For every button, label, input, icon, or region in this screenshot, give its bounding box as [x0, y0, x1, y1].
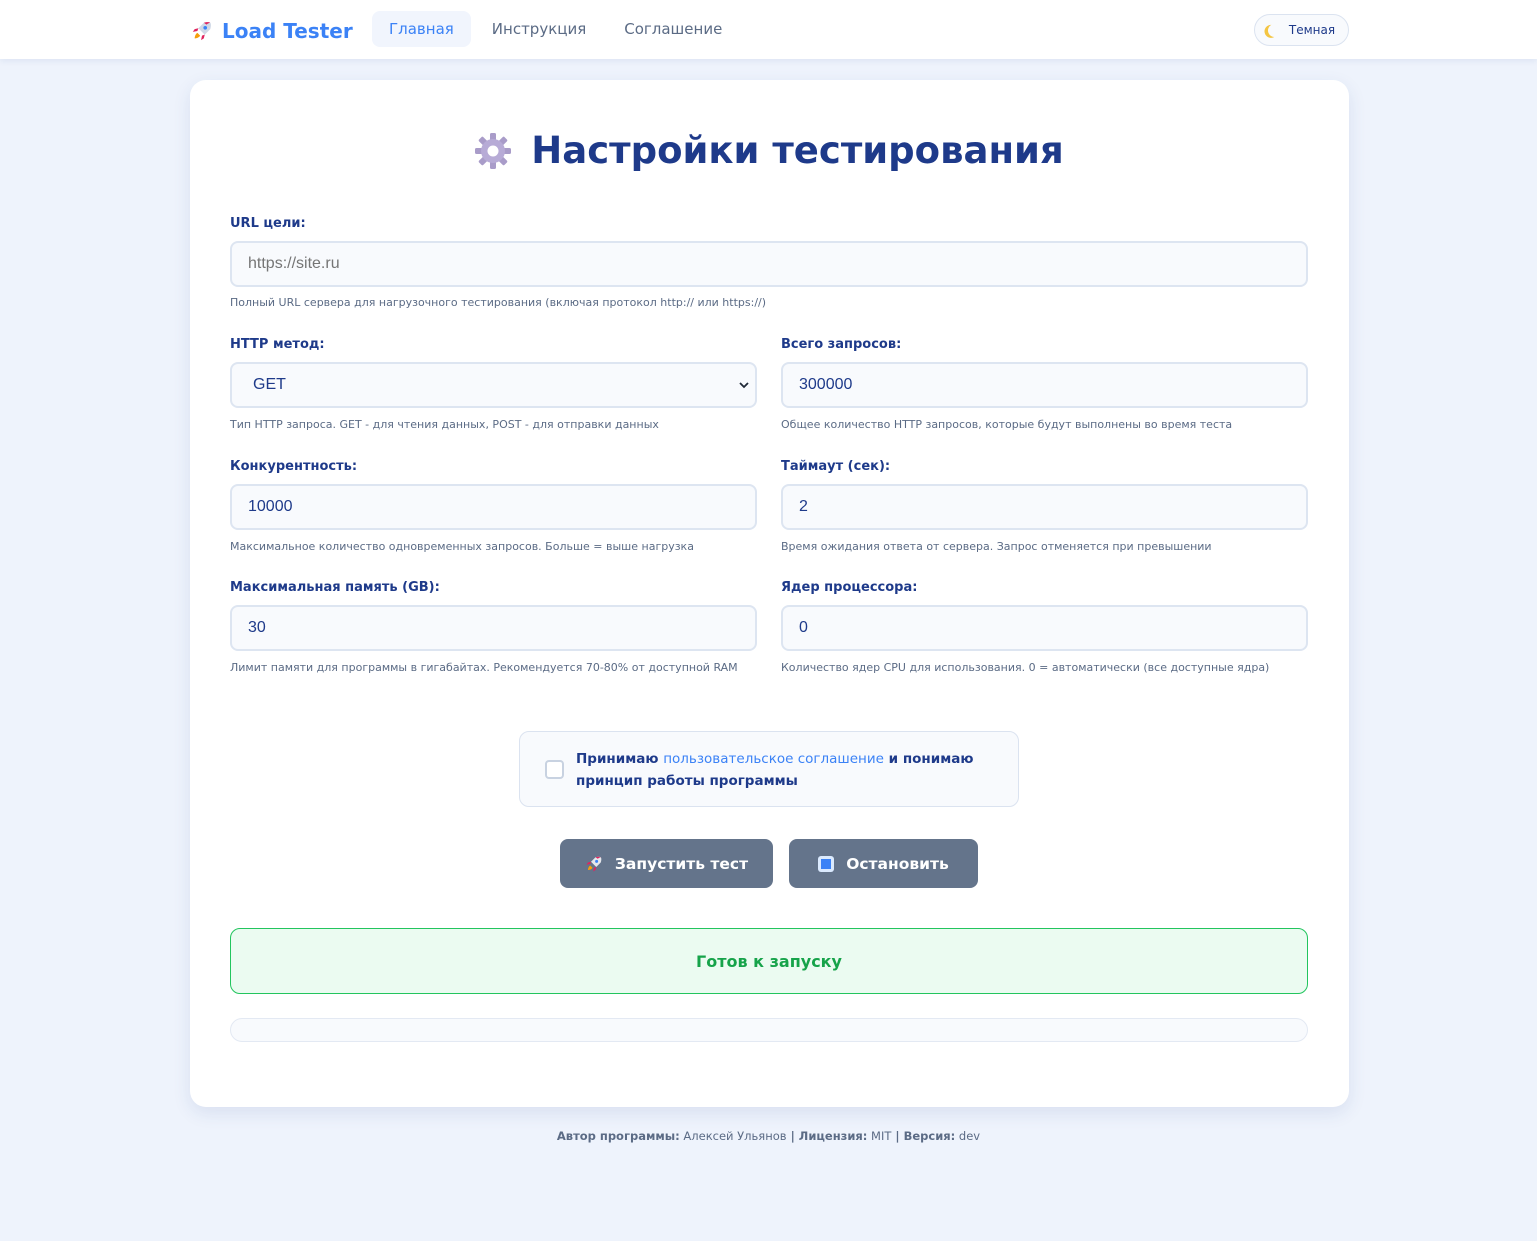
- start-test-label: Запустить тест: [614, 854, 749, 873]
- chevron-down-icon: [739, 382, 749, 389]
- cpu-cores-input[interactable]: 0: [781, 605, 1308, 651]
- stop-label: Остановить: [846, 854, 949, 873]
- concurrency-input[interactable]: 10000: [230, 484, 757, 530]
- agreement-box: Принимаю пользовательское соглашение и п…: [519, 731, 1019, 807]
- agreement-suffix-line2: принцип работы программы: [576, 773, 798, 789]
- footer-author: Алексей Ульянов: [683, 1129, 787, 1143]
- method-select[interactable]: GET: [230, 362, 757, 408]
- agreement-suffix: и понимаю: [883, 751, 974, 767]
- nav-item-agreement[interactable]: Соглашение: [607, 11, 739, 47]
- agreement-checkbox[interactable]: [545, 760, 564, 779]
- agreement-prefix: Принимаю: [576, 751, 664, 767]
- timeout-input[interactable]: 2: [781, 484, 1308, 530]
- theme-toggle-label: Темная: [1288, 23, 1336, 37]
- top-navbar: Load Tester Главная Инструкция Соглашени…: [0, 0, 1537, 59]
- progress-bar: [230, 1018, 1308, 1042]
- total-requests-input[interactable]: 300000: [781, 362, 1308, 408]
- max-memory-input[interactable]: 30: [230, 605, 757, 651]
- footer-license: MIT: [871, 1129, 892, 1143]
- total-requests-label: Всего запросов:: [781, 337, 902, 352]
- url-label: URL цели:: [230, 216, 306, 231]
- agreement-link[interactable]: пользовательское соглашение: [663, 751, 884, 767]
- stop-icon: [818, 855, 835, 872]
- footer-version-label: Версия:: [903, 1129, 956, 1143]
- agreement-text: Принимаю пользовательское соглашение и п…: [576, 748, 996, 792]
- total-requests-hint: Общее количество HTTP запросов, которые …: [781, 418, 1233, 431]
- moon-icon: [1266, 22, 1283, 39]
- start-test-button[interactable]: Запустить тест: [560, 839, 773, 888]
- method-selected-value: GET: [253, 376, 286, 393]
- max-memory-hint: Лимит памяти для программы в гигабайтах.…: [230, 661, 738, 674]
- max-memory-label: Максимальная память (GB):: [230, 580, 440, 595]
- footer-author-label: Автор программы:: [556, 1129, 680, 1143]
- concurrency-hint: Максимальное количество одновременных за…: [230, 540, 694, 553]
- main-nav: Главная Инструкция Соглашение: [372, 11, 743, 47]
- concurrency-label: Конкурентность:: [230, 459, 358, 474]
- brand-logo[interactable]: Load Tester: [191, 17, 353, 45]
- stop-button[interactable]: Остановить: [789, 839, 978, 888]
- footer-sep-2: |: [891, 1129, 904, 1143]
- gear-icon: [475, 133, 512, 169]
- method-label: HTTP метод:: [230, 337, 325, 352]
- footer-sep-1: |: [786, 1129, 799, 1143]
- rocket-icon: [192, 22, 211, 41]
- theme-toggle-button[interactable]: Темная: [1254, 14, 1349, 46]
- timeout-label: Таймаут (сек):: [781, 459, 891, 474]
- cpu-cores-label: Ядер процессора:: [781, 580, 918, 595]
- method-hint: Тип HTTP запроса. GET - для чтения данны…: [230, 418, 659, 431]
- footer-license-label: Лицензия:: [798, 1129, 868, 1143]
- url-hint: Полный URL сервера для нагрузочного тест…: [230, 296, 767, 309]
- nav-item-home[interactable]: Главная: [372, 11, 471, 47]
- rocket-icon: [586, 856, 602, 871]
- footer: Автор программы: Алексей Ульянов | Лицен…: [0, 1129, 1537, 1143]
- nav-item-instructions[interactable]: Инструкция: [475, 11, 603, 47]
- status-panel: Готов к запуску: [230, 928, 1308, 994]
- footer-version: dev: [958, 1129, 981, 1143]
- url-input[interactable]: [230, 241, 1308, 287]
- page-title-text: Настройки тестирования: [531, 129, 1064, 172]
- cpu-cores-hint: Количество ядер CPU для использования. 0…: [781, 661, 1270, 674]
- status-text: Готов к запуску: [696, 951, 842, 971]
- page-title: Настройки тестирования: [0, 124, 1537, 178]
- brand-name: Load Tester: [222, 19, 353, 43]
- timeout-hint: Время ожидания ответа от сервера. Запрос…: [781, 540, 1212, 553]
